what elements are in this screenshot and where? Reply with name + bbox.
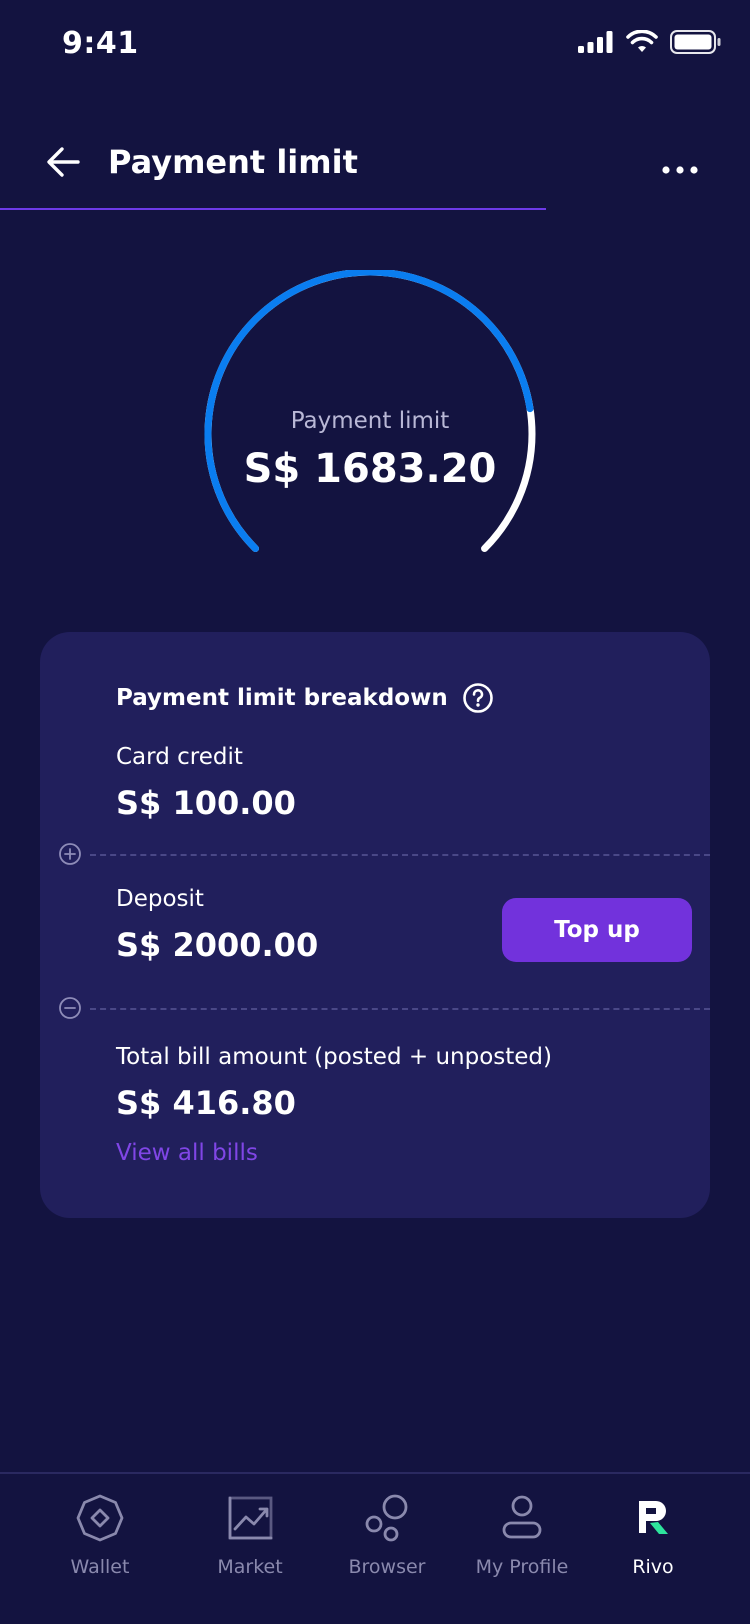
card-credit-amount: S$ 100.00 xyxy=(116,784,296,822)
more-horizontal-icon xyxy=(662,166,698,174)
more-options-button[interactable] xyxy=(656,138,704,186)
deposit-label: Deposit xyxy=(116,886,204,912)
header-underline xyxy=(0,208,546,210)
signal-icon xyxy=(578,31,613,53)
tab-rivo[interactable]: Rivo xyxy=(578,1490,728,1600)
status-bar: 9:41 xyxy=(0,0,750,94)
tab-label: Market xyxy=(217,1556,283,1578)
gauge-label: Payment limit xyxy=(290,408,450,434)
header: Payment limit xyxy=(0,120,750,210)
status-time: 9:41 xyxy=(62,26,139,61)
profile-icon xyxy=(494,1490,550,1546)
rivo-logo-icon xyxy=(625,1490,681,1546)
tab-market[interactable]: Market xyxy=(175,1490,325,1600)
deposit-amount: S$ 2000.00 xyxy=(116,926,319,964)
tab-browser[interactable]: Browser xyxy=(312,1490,462,1600)
divider xyxy=(90,854,710,856)
gauge-value: S$ 1683.20 xyxy=(243,446,497,492)
tab-label: Rivo xyxy=(632,1556,674,1578)
market-icon xyxy=(222,1490,278,1546)
tab-my-profile[interactable]: My Profile xyxy=(447,1490,597,1600)
payment-limit-gauge: Payment limit S$ 1683.20 xyxy=(200,270,540,570)
wallet-icon xyxy=(72,1490,128,1546)
tab-label: Browser xyxy=(348,1556,426,1578)
tab-label: My Profile xyxy=(475,1556,569,1578)
status-icons xyxy=(578,30,722,54)
back-button[interactable] xyxy=(40,138,88,186)
breakdown-card: Payment limit breakdown Card credit S$ 1… xyxy=(40,632,710,1218)
battery-icon xyxy=(670,30,721,54)
card-credit-label: Card credit xyxy=(116,744,243,770)
arrow-left-icon xyxy=(47,147,80,177)
top-up-button[interactable]: Top up xyxy=(502,898,692,962)
divider xyxy=(90,1008,710,1010)
help-icon[interactable] xyxy=(462,682,494,714)
page-title: Payment limit xyxy=(108,143,358,181)
breakdown-title-row: Payment limit breakdown xyxy=(116,682,494,714)
tab-wallet[interactable]: Wallet xyxy=(25,1490,175,1600)
view-all-bills-link[interactable]: View all bills xyxy=(116,1140,258,1166)
tab-label: Wallet xyxy=(70,1556,130,1578)
total-bill-label: Total bill amount (posted + unposted) xyxy=(116,1044,553,1070)
breakdown-title: Payment limit breakdown xyxy=(116,685,448,711)
minus-circle-icon xyxy=(59,997,81,1019)
plus-circle-icon xyxy=(59,843,81,865)
wifi-icon xyxy=(626,30,658,52)
browser-icon xyxy=(359,1490,415,1546)
total-bill-amount: S$ 416.80 xyxy=(116,1084,296,1122)
tab-bar: Wallet Market Browser My Profile Rivo xyxy=(0,1472,750,1624)
